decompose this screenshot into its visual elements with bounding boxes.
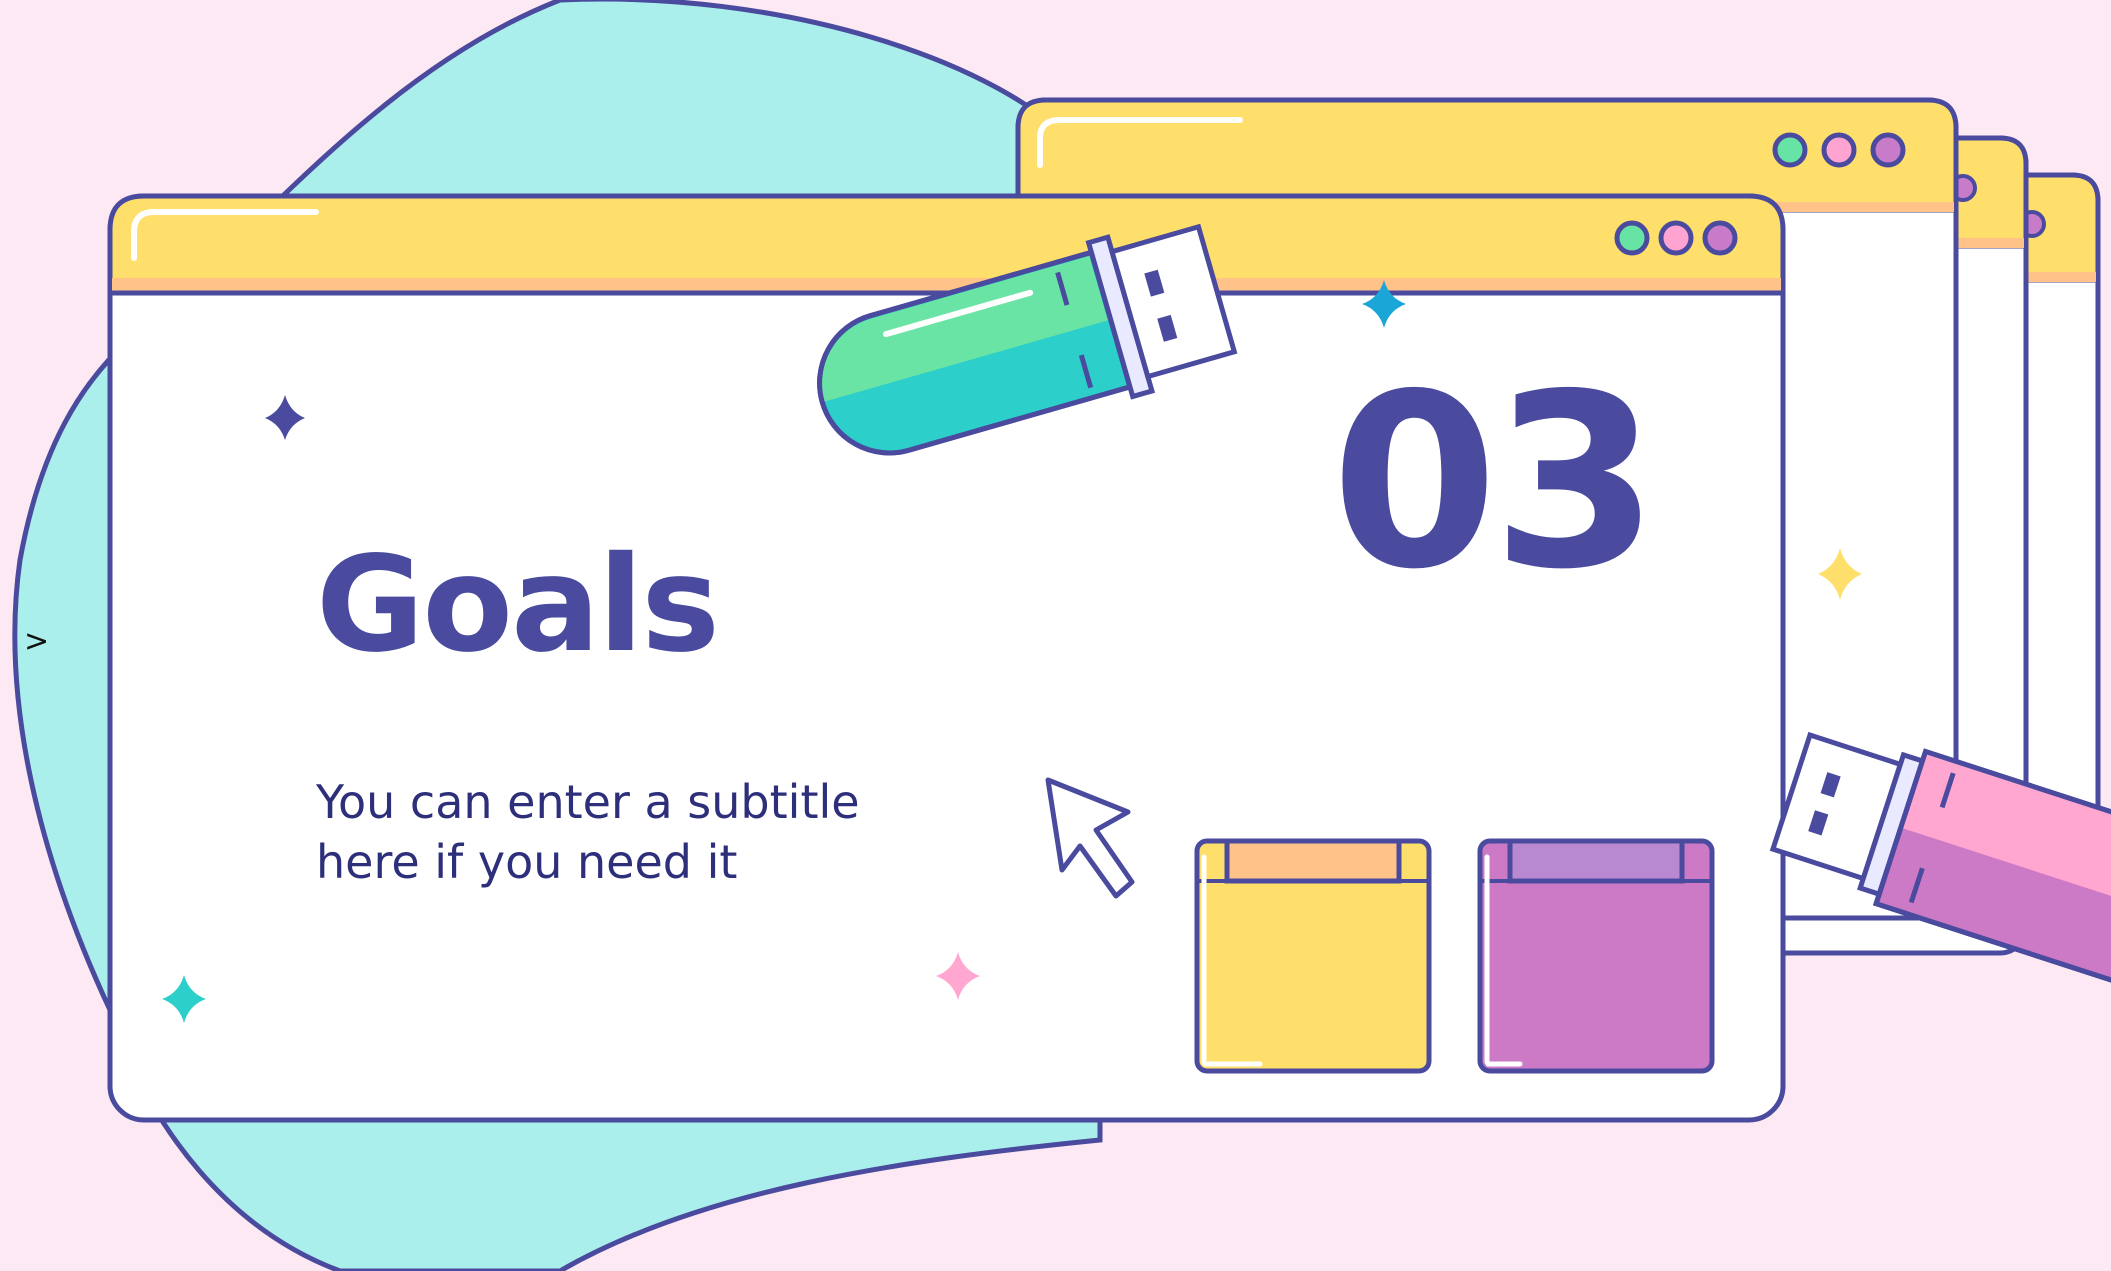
window-control-dot-icon <box>1821 132 1857 168</box>
section-title: Goals <box>316 528 720 682</box>
window-control-dot-icon <box>1614 220 1650 256</box>
section-number: 03 <box>1331 342 1659 622</box>
subtitle-line-2: here if you need it <box>316 835 738 889</box>
window-control-dot-icon <box>1870 132 1906 168</box>
window-control-dot-icon <box>1772 132 1808 168</box>
folder-icon <box>1194 838 1432 1074</box>
window-control-dot-icon <box>1702 220 1738 256</box>
subtitle-line-1: You can enter a subtitle <box>316 775 860 829</box>
folder-icon <box>1477 838 1715 1074</box>
section-subtitle: You can enter a subtitle here if you nee… <box>316 772 956 892</box>
side-marker: > <box>24 624 50 659</box>
window-control-dot-icon <box>1658 220 1694 256</box>
